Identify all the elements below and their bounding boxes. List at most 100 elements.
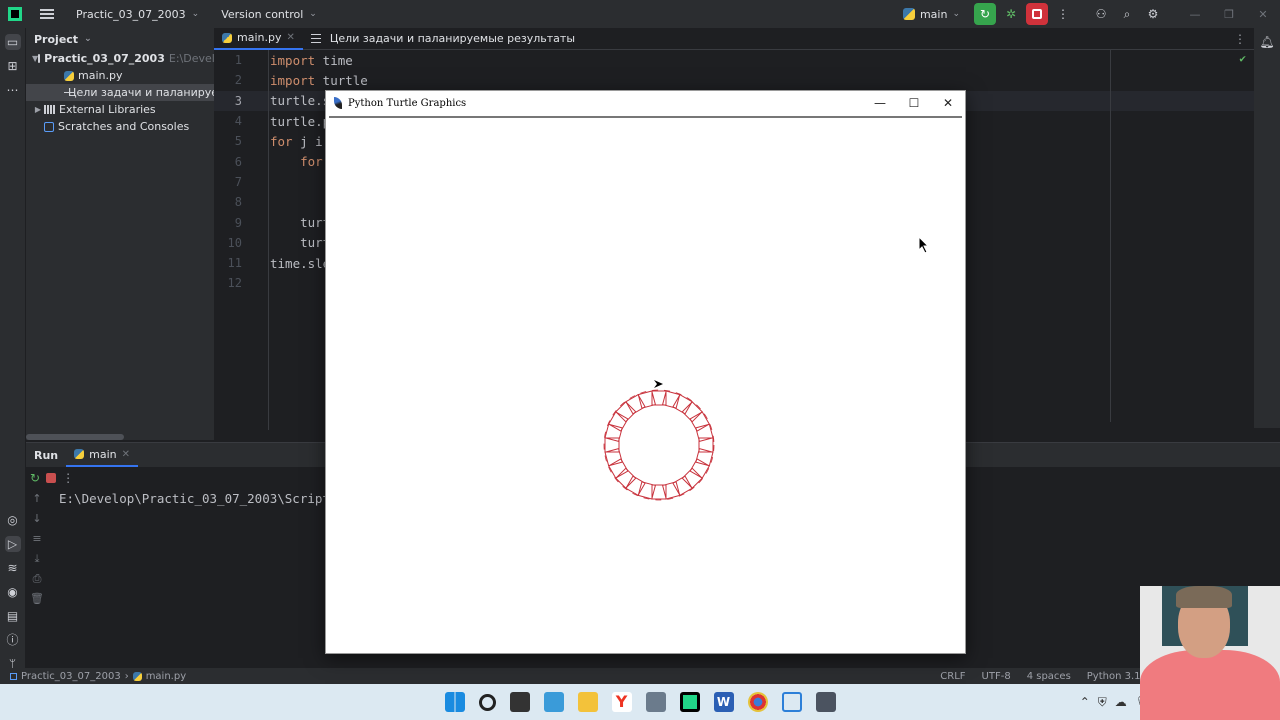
shield-icon[interactable]: ⛨ <box>1098 695 1107 710</box>
close-tab-icon[interactable]: ✕ <box>122 449 130 460</box>
structure-tool-icon[interactable]: ⊞ <box>5 58 21 74</box>
search-icon[interactable] <box>478 693 496 711</box>
tree-item-scratches[interactable]: Scratches and Consoles <box>26 118 214 135</box>
trash-icon[interactable]: 🗑︎ <box>26 589 48 609</box>
project-tool-icon[interactable]: ▭ <box>4 34 21 50</box>
word-app-icon[interactable]: W <box>713 692 734 712</box>
services-icon[interactable]: ◉ <box>5 584 21 600</box>
terminal-icon[interactable]: ▤ <box>5 608 21 624</box>
restore-icon[interactable]: ❐ <box>1212 8 1246 21</box>
run-tool-icon[interactable]: ▷ <box>4 536 21 552</box>
chevron-down-icon: ⌄ <box>309 9 317 19</box>
code-text: time.sle <box>248 256 330 271</box>
console-output[interactable]: E:\Develop\Practic_03_07_2003\Scripts\ <box>59 491 345 506</box>
scroll-up-icon[interactable]: ↑ <box>26 489 48 509</box>
tree-item-main-py[interactable]: main.py <box>26 67 214 84</box>
turtle-drawing <box>603 380 715 501</box>
scroll-to-end-icon[interactable]: ⤓ <box>26 549 48 569</box>
webcam-overlay <box>1140 586 1280 720</box>
left-tool-strip: ▭ ⊞ ⋯ ◎ ▷ ≋ ◉ ▤ ⓘ ᛘ <box>0 28 26 671</box>
settings-gear-icon[interactable]: ⚙ <box>1142 3 1164 25</box>
python-file-icon <box>132 671 142 681</box>
tree-item-text-file[interactable]: Цели задачи и паланируемь <box>26 84 214 101</box>
maximize-icon[interactable]: ☐ <box>897 96 931 110</box>
close-icon[interactable]: ✕ <box>931 96 965 110</box>
soft-wrap-icon[interactable]: ≡ <box>26 529 48 549</box>
run-tab-main[interactable]: main ✕ <box>66 443 139 467</box>
turtle-window: Python Turtle Graphics — ☐ ✕ <box>325 90 966 654</box>
problems-icon[interactable]: ⓘ <box>5 632 21 648</box>
code-text: turt <box>248 235 330 250</box>
project-panel: Project ⌄ ▼ Practic_03_07_2003 E:\Develo… <box>26 28 214 440</box>
file-explorer-icon[interactable] <box>577 692 598 712</box>
close-tab-icon[interactable]: ✕ <box>286 32 294 43</box>
add-user-icon[interactable]: ⚇ <box>1090 3 1112 25</box>
media-player-icon[interactable] <box>781 692 802 712</box>
stop-button[interactable] <box>1026 3 1048 25</box>
gutter-divider <box>268 50 269 430</box>
code-text: turtle.p <box>248 114 330 129</box>
turtle-canvas <box>329 116 962 650</box>
chrome-app-icon[interactable] <box>747 692 768 712</box>
tab-text-file[interactable]: Цели задачи и паланируемые результаты <box>303 28 583 50</box>
turtle-window-titlebar[interactable]: Python Turtle Graphics — ☐ ✕ <box>326 91 965 115</box>
python-app-icon[interactable] <box>815 692 836 712</box>
tree-item-external-libraries[interactable]: ▶ External Libraries <box>26 101 214 118</box>
project-panel-header[interactable]: Project ⌄ <box>26 28 214 50</box>
indent-setting[interactable]: 4 spaces <box>1027 671 1071 682</box>
python-packages-icon[interactable]: ◎ <box>5 512 21 528</box>
tabs-menu-icon[interactable]: ⋮ <box>1234 32 1246 46</box>
network-icon[interactable]: ☁ <box>1115 695 1127 710</box>
scroll-down-icon[interactable]: ↓ <box>26 509 48 529</box>
tab-label: main.py <box>237 31 282 44</box>
horizontal-scrollbar[interactable] <box>26 434 124 440</box>
task-view-icon[interactable] <box>509 692 530 712</box>
breadcrumb-file[interactable]: main.py <box>146 671 186 682</box>
more-actions-icon[interactable]: ⋮ <box>1052 3 1074 25</box>
rerun-icon[interactable]: ↻ <box>30 471 40 485</box>
code-line: 1 import time <box>214 50 1254 70</box>
stop-icon[interactable] <box>46 473 57 483</box>
minimize-icon[interactable]: — <box>863 96 897 110</box>
run-config-selector[interactable]: main ⌄ <box>902 8 960 21</box>
chevron-down-icon: ⌄ <box>84 34 92 44</box>
line-separator[interactable]: CRLF <box>940 671 965 682</box>
vcs-menu[interactable]: Version control ⌄ <box>221 8 317 21</box>
layers-icon[interactable]: ≋ <box>5 560 21 576</box>
search-icon[interactable]: ⌕ <box>1116 3 1138 25</box>
python-file-icon <box>64 70 74 81</box>
file-encoding[interactable]: UTF-8 <box>982 671 1011 682</box>
line-number: 4 <box>234 114 242 129</box>
run-tab-label: main <box>89 447 117 461</box>
rerun-button[interactable]: ↻ <box>974 3 996 25</box>
calculator-icon[interactable] <box>645 692 666 712</box>
scratches-icon <box>44 121 54 132</box>
close-icon[interactable]: ✕ <box>1246 8 1280 21</box>
main-menu-icon[interactable] <box>40 9 54 19</box>
tree-root[interactable]: ▼ Practic_03_07_2003 E:\Develo <box>26 50 214 67</box>
line-number: 10 <box>227 235 242 250</box>
start-icon[interactable] <box>444 692 465 712</box>
chevron-up-icon[interactable]: ⌃ <box>1080 695 1090 710</box>
text-file-icon <box>310 34 321 43</box>
tab-main-py[interactable]: main.py ✕ <box>214 28 303 50</box>
inspection-ok-icon[interactable]: ✔ <box>1239 52 1246 65</box>
python-icon <box>902 8 915 20</box>
chevron-down-icon: ⌄ <box>952 9 960 19</box>
debug-button[interactable]: ✲ <box>1000 3 1022 25</box>
more-actions-icon[interactable]: ⋮ <box>62 471 74 485</box>
turtle-square <box>681 401 703 423</box>
project-switcher[interactable]: Practic_03_07_2003 ⌄ <box>76 8 199 21</box>
breadcrumb-project[interactable]: Practic_03_07_2003 <box>21 671 121 682</box>
code-text: for <box>248 154 323 169</box>
notifications-icon[interactable]: 🔔︎ <box>1259 34 1275 50</box>
more-tools-icon[interactable]: ⋯ <box>5 82 21 98</box>
yandex-browser-icon[interactable]: Y <box>611 692 632 712</box>
pycharm-app-icon[interactable] <box>679 692 700 712</box>
photos-app-icon[interactable] <box>543 692 564 712</box>
line-number: 9 <box>234 215 242 230</box>
minimize-icon[interactable]: — <box>1178 8 1212 21</box>
code-rest: turtle.s <box>270 93 331 109</box>
turtle-cursor-icon <box>654 380 663 388</box>
print-icon[interactable]: ⎙ <box>26 569 48 589</box>
